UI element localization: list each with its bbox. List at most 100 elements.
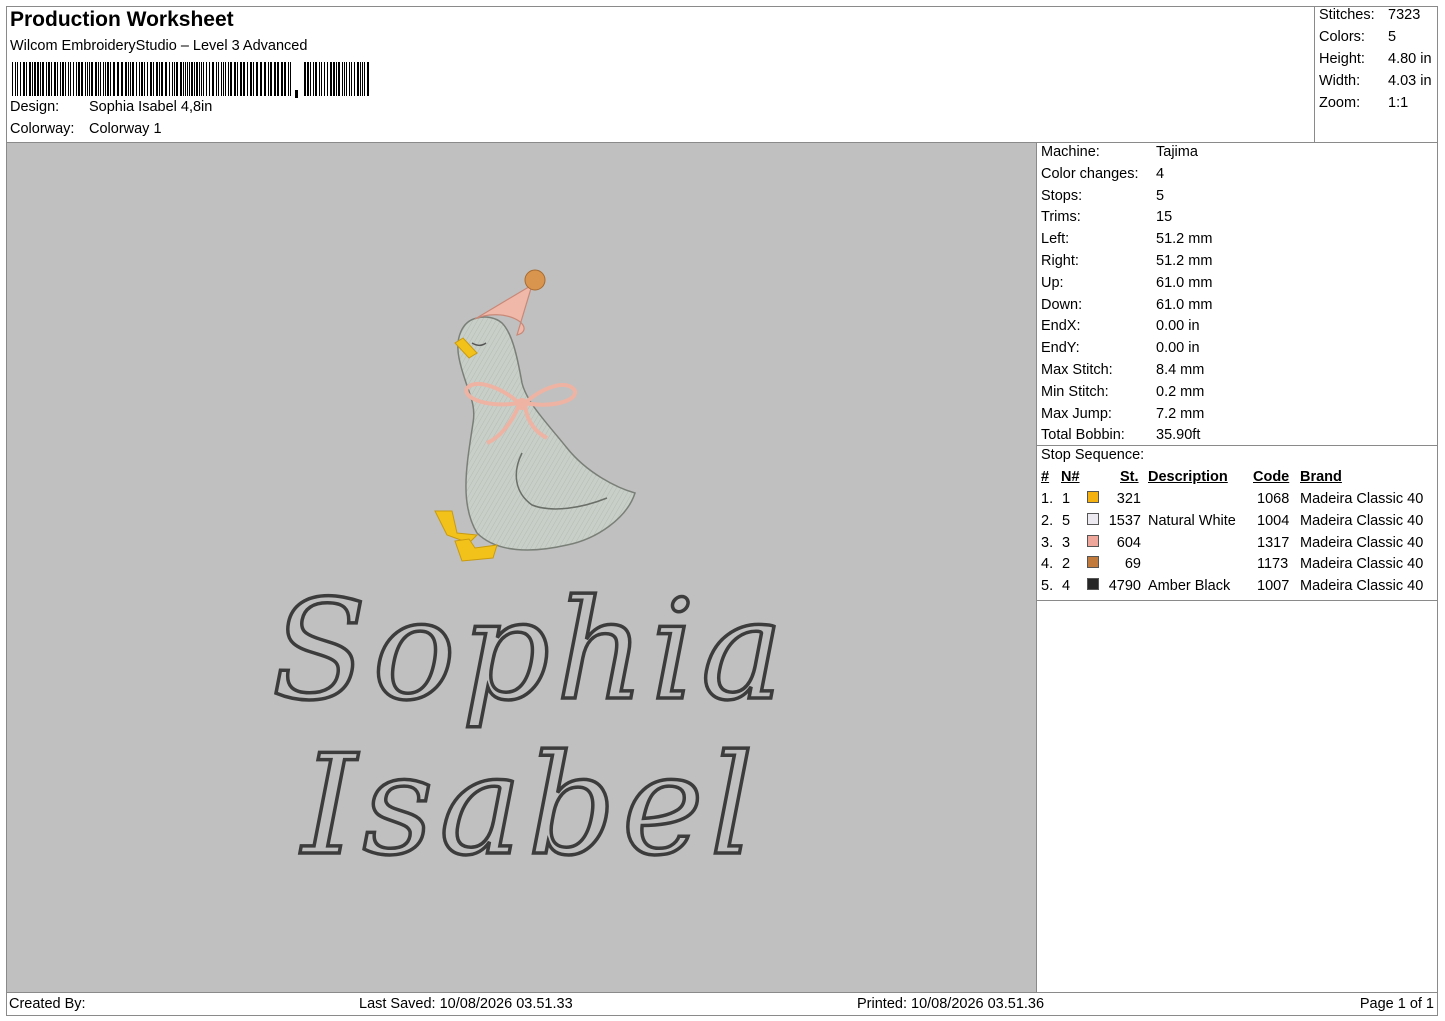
stop-code: 1004	[1257, 512, 1290, 529]
barcode-bar	[100, 62, 101, 96]
barcode-bar	[321, 62, 322, 96]
stop-needle: 5	[1062, 512, 1071, 529]
barcode-bar	[349, 62, 350, 96]
worksheet-footer: Created By: Last Saved: 10/08/2026 03.51…	[6, 992, 1438, 1016]
barcode-bar	[360, 62, 361, 96]
info-value: 0.2 mm	[1156, 383, 1205, 400]
barcode-bar	[333, 62, 335, 96]
barcode-bar	[218, 62, 219, 96]
goose-body	[457, 316, 636, 551]
barcode-bar	[191, 62, 193, 96]
info-label: Min Stitch:	[1041, 383, 1109, 400]
barcode-bar	[174, 62, 175, 96]
barcode-bar	[68, 62, 69, 96]
barcode-bar	[121, 62, 123, 96]
stop-num: 5.	[1041, 578, 1054, 595]
barcode-bar	[54, 62, 56, 96]
barcode-bar	[110, 62, 111, 96]
barcode-bar	[60, 62, 61, 96]
barcode-bar	[256, 62, 258, 96]
created-by: Created By:	[9, 996, 86, 1012]
barcode-bar	[76, 62, 77, 96]
worksheet-header: Production Worksheet Wilcom EmbroiderySt…	[6, 6, 1314, 143]
barcode-bar	[327, 62, 328, 96]
info-value: 51.2 mm	[1156, 253, 1213, 269]
machine-info-row: Stops: 5	[1041, 188, 1164, 204]
barcode-bar	[91, 62, 93, 96]
barcode-bar	[176, 62, 178, 96]
stop-code: 1173	[1257, 556, 1289, 573]
barcode-bar	[180, 62, 182, 96]
machine-info-row: Color changes: 4	[1041, 166, 1164, 182]
col-header-description: Description	[1148, 469, 1228, 485]
barcode-bar	[103, 62, 104, 96]
info-value: 7.2 mm	[1156, 405, 1205, 422]
stop-description: Natural White	[1148, 512, 1236, 529]
barcode-bar	[364, 62, 365, 96]
last-saved: Last Saved: 10/08/2026 03.51.33	[359, 996, 573, 1012]
machine-info-row: Total Bobbin: 35.90ft	[1041, 427, 1200, 443]
barcode-bar	[159, 62, 160, 96]
design-text-line2: Isabel	[299, 725, 760, 886]
barcode-bar	[48, 62, 50, 96]
machine-info-row: EndX: 0.00 in	[1041, 318, 1200, 334]
stop-needle: 4	[1062, 578, 1071, 595]
barcode-bar	[336, 62, 337, 96]
stop-num: 4.	[1041, 556, 1054, 573]
colorway-row: Colorway: Colorway 1	[10, 121, 162, 137]
stop-code: 1007	[1257, 578, 1290, 595]
barcode-bar	[98, 62, 99, 96]
page-title: Production Worksheet	[10, 8, 234, 31]
stop-brand: Madeira Classic 40	[1300, 491, 1424, 507]
info-label: Left:	[1041, 231, 1070, 248]
barcode-bar	[310, 62, 311, 96]
barcode-bar	[357, 62, 359, 96]
barcode-bar	[260, 62, 262, 96]
summary-row: Height: 4.80 in	[1319, 51, 1432, 67]
barcode-bar	[165, 62, 167, 96]
barcode-bar	[304, 62, 306, 96]
barcode-bar	[270, 62, 272, 96]
barcode-bar	[107, 62, 109, 96]
barcode-bar	[253, 62, 254, 96]
info-label: Color changes:	[1041, 165, 1139, 182]
info-label: Trims:	[1041, 209, 1081, 226]
stop-needle: 3	[1062, 534, 1071, 551]
info-label: Max Jump:	[1041, 405, 1112, 422]
stop-needle: 1	[1062, 491, 1071, 507]
summary-row: Stitches: 7323	[1319, 7, 1421, 23]
machine-info-row: Down: 61.0 mm	[1041, 297, 1212, 313]
barcode-bar	[169, 62, 170, 96]
barcode-bar	[362, 62, 363, 96]
info-value: 15	[1156, 209, 1173, 226]
barcode-bar	[315, 62, 317, 96]
barcode-bar	[51, 62, 52, 96]
barcode-bar	[185, 62, 186, 96]
barcode-bar	[130, 62, 131, 96]
info-label: Down:	[1041, 296, 1083, 313]
barcode-bar	[153, 62, 154, 96]
design-text-line1: Sophia	[272, 570, 789, 731]
barcode-bar	[172, 62, 173, 96]
barcode-bar	[201, 62, 202, 96]
barcode-bar	[324, 62, 325, 96]
info-label: Stops:	[1041, 187, 1083, 204]
barcode-bar	[264, 62, 266, 96]
stop-stitches: 321	[1116, 491, 1141, 507]
design-row: Design: Sophia Isabel 4,8in	[10, 99, 212, 115]
summary-row: Width: 4.03 in	[1319, 73, 1432, 89]
barcode-bar	[15, 62, 16, 96]
thread-color-swatch	[1087, 491, 1099, 503]
barcode-bar	[150, 62, 152, 96]
design-value: Sophia Isabel 4,8in	[89, 99, 213, 115]
stop-sequence-title: Stop Sequence:	[1041, 447, 1145, 463]
stop-row: 4. 2 69 1173 Madeira Classic 40	[1037, 556, 1438, 578]
barcode-bar	[338, 62, 340, 96]
barcode-bar	[23, 62, 25, 96]
thread-color-swatch	[1087, 556, 1099, 569]
barcode-bar	[196, 62, 198, 96]
barcode	[12, 62, 369, 98]
barcode-bar	[105, 62, 106, 96]
col-header-needle: N#	[1061, 469, 1080, 485]
barcode-bar	[351, 62, 352, 96]
